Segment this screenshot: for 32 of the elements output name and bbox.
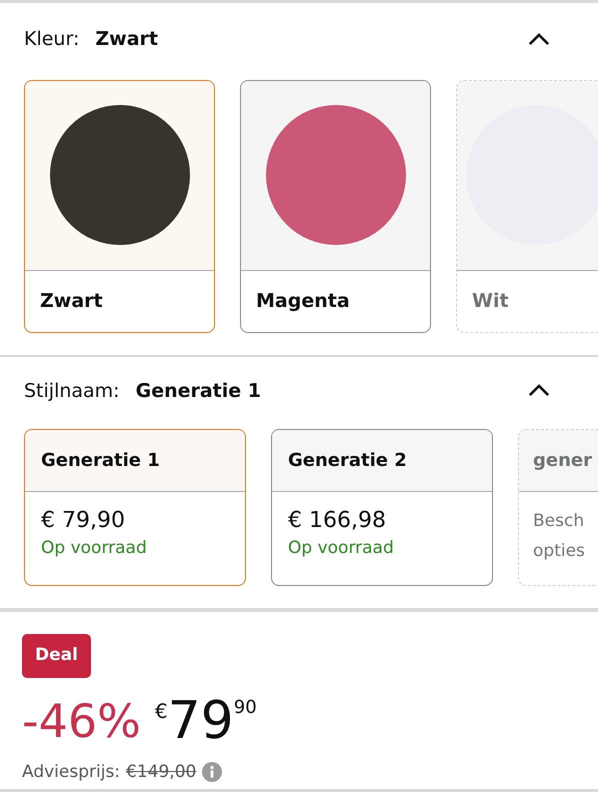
swatch-option[interactable]: Magenta — [240, 80, 431, 332]
selected-value: Zwart — [95, 27, 158, 52]
selected-value: Generatie 1 — [136, 378, 261, 404]
section-label: Stijlnaam: — [24, 378, 120, 404]
price-whole: 79 — [168, 690, 234, 752]
option-name: Generatie 1 — [41, 449, 160, 473]
list-price-label: Adviesprijs: — [22, 760, 120, 784]
chevron-up-icon[interactable] — [528, 32, 550, 46]
option-price: € 79,90 — [41, 507, 126, 535]
swatch-name: Wit — [472, 288, 509, 314]
swatch-name: Magenta — [256, 288, 350, 314]
info-icon[interactable] — [202, 762, 222, 782]
deal-badge: Deal — [22, 634, 91, 678]
price-fraction: 90 — [234, 696, 257, 720]
swatch-option[interactable]: Wit — [456, 80, 598, 332]
stock-status: Op voorraad — [41, 537, 148, 560]
currency-symbol: € — [154, 698, 168, 724]
option-price: € 166,98 — [288, 507, 387, 535]
swatch-name: Zwart — [40, 288, 103, 314]
option-note: opties — [533, 540, 586, 563]
option-note: Besch — [533, 510, 586, 533]
section-label: Kleur: — [24, 27, 80, 52]
stock-status: Op voorraad — [288, 537, 395, 560]
list-price: €149,00 — [126, 760, 196, 784]
style-option[interactable]: Generatie 1 € 79,90 Op voorraad — [24, 429, 246, 586]
chevron-up-icon[interactable] — [528, 384, 550, 398]
option-name: gener — [533, 449, 592, 473]
swatch-option[interactable]: Zwart — [24, 80, 215, 332]
style-option[interactable]: gener Besch opties — [518, 429, 598, 586]
style-option[interactable]: Generatie 2 € 166,98 Op voorraad — [271, 429, 493, 586]
discount-percent: -46% — [22, 692, 141, 750]
option-name: Generatie 2 — [288, 449, 407, 473]
